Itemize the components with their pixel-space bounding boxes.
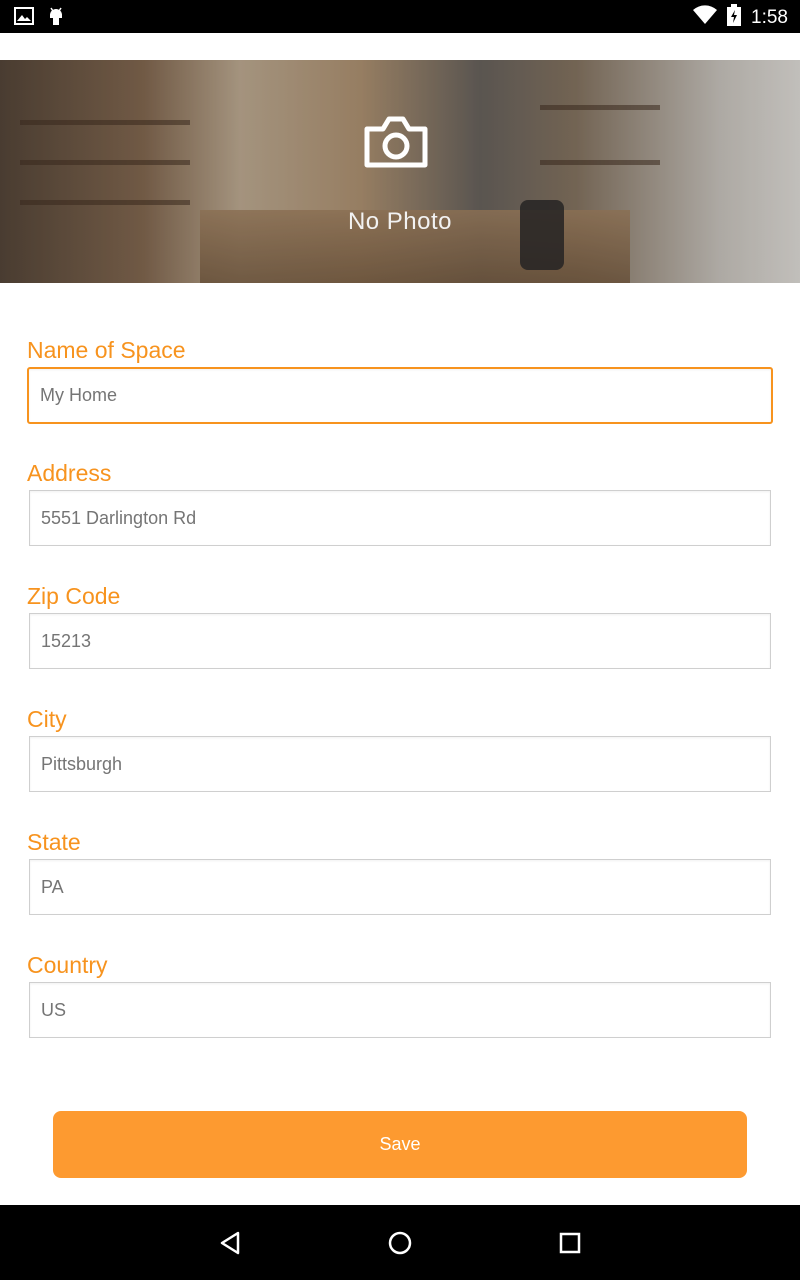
name-of-space-input[interactable] xyxy=(27,367,773,424)
android-icon xyxy=(48,6,64,31)
address-input[interactable] xyxy=(29,490,771,546)
zip-code-input[interactable] xyxy=(29,613,771,669)
city-label: City xyxy=(27,706,67,732)
country-label: Country xyxy=(27,952,108,978)
home-icon[interactable] xyxy=(382,1225,418,1261)
image-icon xyxy=(14,7,34,30)
address-label: Address xyxy=(27,460,112,486)
back-icon[interactable] xyxy=(212,1225,248,1261)
state-input[interactable] xyxy=(29,859,771,915)
save-button[interactable]: Save xyxy=(53,1111,747,1178)
status-time: 1:58 xyxy=(751,6,788,28)
navigation-bar xyxy=(0,1205,800,1280)
no-photo-label: No Photo xyxy=(347,208,453,235)
zip-code-label: Zip Code xyxy=(27,583,121,609)
status-bar: 1:58 xyxy=(0,0,800,33)
name-label: Name of Space xyxy=(27,337,186,363)
photo-overlay xyxy=(0,60,800,283)
camera-icon[interactable] xyxy=(363,115,429,169)
battery-icon xyxy=(727,4,742,31)
wifi-icon xyxy=(693,5,718,30)
city-input[interactable] xyxy=(29,736,771,792)
state-label: State xyxy=(27,829,81,855)
photo-header[interactable]: No Photo xyxy=(0,60,800,283)
app-bar xyxy=(0,33,800,60)
recents-icon[interactable] xyxy=(552,1225,588,1261)
country-input[interactable] xyxy=(29,982,771,1038)
